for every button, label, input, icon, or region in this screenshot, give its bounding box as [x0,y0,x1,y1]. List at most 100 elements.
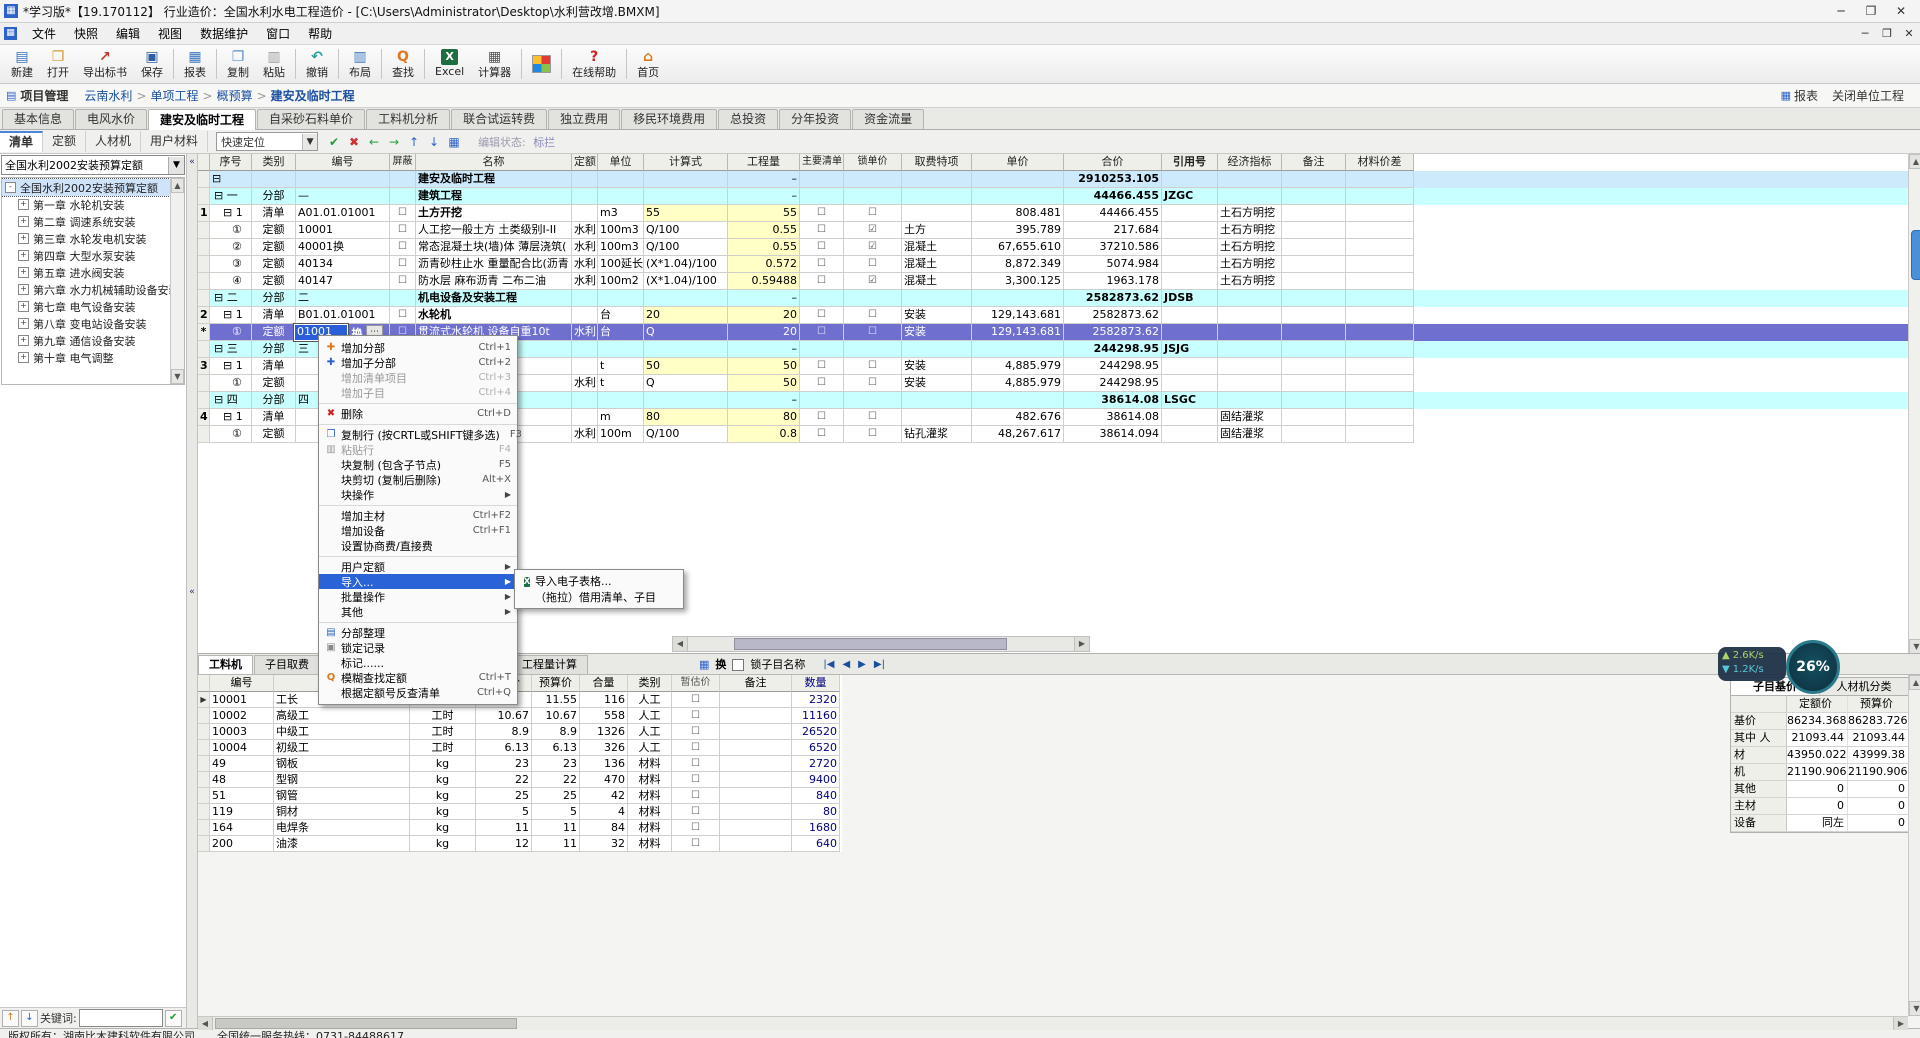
arrow-down-icon[interactable]: ↓ [425,132,443,152]
col-单价[interactable]: 单价 [972,154,1064,171]
tree-item[interactable]: + 第九章 通信设备安装 [2,332,170,349]
record-nav-button[interactable]: ▶| [872,656,887,674]
toolbar-button[interactable] [338,49,339,79]
context-menu-item[interactable]: 用户定额 ▶ [319,559,517,574]
toolbar-button[interactable]: ? 在线帮助 [565,46,623,82]
col-序号[interactable]: 序号 [210,154,252,171]
col-计算式[interactable]: 计算式 [644,154,728,171]
keyword-input[interactable] [79,1009,163,1027]
resource-row[interactable]: ▶ 10001 工长 工时 11.55 116 人工 ☐ 2320 [198,692,842,708]
tree-expand-icon[interactable]: + [18,250,29,261]
tree-item[interactable]: + 第四章 大型水泵安装 [2,247,170,264]
grid-horizontal-scrollbar[interactable]: ◀ ▶ [672,636,1090,652]
col-单位[interactable]: 单位 [598,154,644,171]
col-编号[interactable]: 编号 [210,675,274,692]
tree-expand-icon[interactable]: + [18,284,29,295]
col-合量[interactable]: 合量 [580,675,628,692]
menu-item[interactable]: 编辑 [107,24,149,44]
col-材料价差[interactable]: 材料价差 [1346,154,1414,171]
col-取费特项[interactable]: 取费特项 [902,154,972,171]
col-主要清单[interactable]: 主要清单 [800,154,844,171]
module-tab[interactable]: 工料机分析 [366,109,450,129]
context-menu-item[interactable]: 批量操作 ▶ [319,589,517,604]
grid-row[interactable]: ⊟ 一 分部 — 建筑工程 – 44466.455 [198,188,1920,205]
breadcrumb-item[interactable]: 建安及临时工程 [271,87,355,104]
grid-row[interactable]: ⊟ 二 分部 二 机电设备及安装工程 – 2582873.62 [198,290,1920,307]
context-menu-item[interactable]: ❐ 复制行 (按CRTL或SHIFT键多选) F3 [319,427,517,442]
menu-item[interactable]: 帮助 [299,24,341,44]
tree-scrollbar[interactable]: ▲ ▼ [170,178,184,384]
toolbar-button[interactable]: ▤ 新建 [4,46,40,82]
restore-button[interactable]: ❐ [1856,1,1886,22]
collapse-chevron-icon[interactable]: « [187,587,197,597]
tree-expand-icon[interactable]: + [18,318,29,329]
resource-row[interactable]: 48 型钢 kg 22 22 470 材料 ☐ 9400 [198,772,842,788]
resource-row[interactable]: 164 电焊条 kg 11 11 84 材料 ☐ 1680 [198,820,842,836]
arrow-up-icon[interactable]: ↑ [405,132,423,152]
menu-item[interactable]: 快照 [65,24,107,44]
context-menu-item[interactable]: ✚ 增加分部 Ctrl+1 [319,340,517,355]
detail-tab[interactable]: 子目取费 [254,655,320,674]
toolbar-button[interactable]: ❐ 复制 [220,46,256,82]
resource-row[interactable]: 10004 初级工 工时 6.13 6.13 326 人工 ☐ 6520 [198,740,842,756]
col-类别[interactable]: 类别 [252,154,296,171]
context-menu-item[interactable]: Q 模糊查找定额 Ctrl+T [319,670,517,685]
project-manage-button[interactable]: ▤ 项目管理 [6,87,68,104]
menu-item[interactable]: 窗口 [257,24,299,44]
minimize-button[interactable]: ─ [1826,1,1856,22]
breadcrumb-item[interactable]: 云南水利 [84,87,132,104]
col-经济指标[interactable]: 经济指标 [1218,154,1282,171]
scrollbar-thumb[interactable] [215,1018,517,1029]
col-数量[interactable]: 数量 [792,675,840,692]
menu-item[interactable]: 视图 [149,24,191,44]
grid-row[interactable]: ① 定额 10001 ☐ 人工挖一般土方 土类级别I-II 水利 100m3 Q… [198,222,1920,239]
toolbar-button[interactable]: ⌂ 首页 [630,46,666,82]
module-tab[interactable]: 建安及临时工程 [148,109,256,130]
tree-expand-icon[interactable]: + [18,301,29,312]
toolbar-button[interactable] [521,49,522,79]
mdi-close-button[interactable]: ✕ [1898,24,1920,44]
detail-vertical-scrollbar[interactable]: ▲ ▼ [1908,675,1920,1016]
mdi-restore-button[interactable]: ❐ [1876,24,1898,44]
grid-row[interactable]: ③ 定额 40134 ☐ 沥青砂柱止水 重量配合比(沥青 水利 100延长米 (… [198,256,1920,273]
detail-horizontal-scrollbar[interactable]: ◀ ▶ [198,1016,1908,1030]
submenu-item[interactable]: （拖拉）借用清单、子目 [515,589,683,605]
grid-view-icon[interactable]: ▦ [445,132,463,152]
view-tab[interactable]: 人材机 [86,131,141,152]
grid-row[interactable]: 1 ⊟ 1 清单 A01.01.01001 ☐ 土方开挖 m3 55 55 ☐ … [198,205,1920,222]
col-暂估价[interactable]: 暂估价 [672,675,720,692]
resource-row[interactable]: 49 钢板 kg 23 23 136 材料 ☐ 2720 [198,756,842,772]
module-tab[interactable]: 电风水价 [75,109,147,129]
resource-row[interactable]: 10003 中级工 工时 8.9 8.9 1326 人工 ☐ 26520 [198,724,842,740]
tree-item[interactable]: + 第二章 调速系统安装 [2,213,170,230]
module-tab[interactable]: 联合试运转费 [451,109,547,129]
grid-row[interactable]: ④ 定额 40147 ☐ 防水层 麻布沥青 二布二油 水利 100m2 (X*1… [198,273,1920,290]
grid-row[interactable]: ② 定额 40001换 ☐ 常态混凝土块(墙)体 薄层浇筑( 水利 100m3 … [198,239,1920,256]
tree-expand-icon[interactable]: + [18,335,29,346]
scroll-down-icon[interactable]: ▼ [1909,639,1920,653]
report-link[interactable]: ▦ 报表 [1781,87,1818,104]
module-tab[interactable]: 分年投资 [779,109,851,129]
col-锁单价[interactable]: 锁单价 [844,154,902,171]
context-menu-item[interactable]: 导入... ▶ [319,574,517,589]
toolbar-button[interactable] [173,49,174,79]
scroll-right-icon[interactable]: ▶ [1893,1017,1908,1030]
scroll-up-icon[interactable]: ▲ [171,178,184,193]
context-menu-item[interactable]: 块复制 (包含子节点) F5 [319,457,517,472]
grid-vertical-scrollbar[interactable]: ▲ ▼ [1908,154,1920,653]
toolbar-button[interactable] [295,49,296,79]
module-tab[interactable]: 总投资 [718,109,778,129]
tree-expand-icon[interactable]: + [18,267,29,278]
col-工程量[interactable]: 工程量 [728,154,800,171]
breadcrumb-item[interactable]: 概预算 [217,87,253,104]
col-备注[interactable]: 备注 [1282,154,1346,171]
tree-item[interactable]: + 第六章 水力机械辅助设备安装 [2,281,170,298]
record-nav-button[interactable]: ◀ [840,656,852,674]
module-tab[interactable]: 基本信息 [2,109,74,129]
scroll-down-icon[interactable]: ▼ [1909,1001,1920,1016]
network-monitor[interactable]: ▲ 2.6K/s ▼ 1.2K/s [1718,647,1786,681]
toolbar-button[interactable]: ❐ 打开 [40,46,76,82]
toolbar-button[interactable]: X Excel [428,46,471,82]
resource-row[interactable]: 10002 高级工 工时 10.67 10.67 558 人工 ☐ 11160 [198,708,842,724]
col-定额[interactable]: 定额 [572,154,598,171]
